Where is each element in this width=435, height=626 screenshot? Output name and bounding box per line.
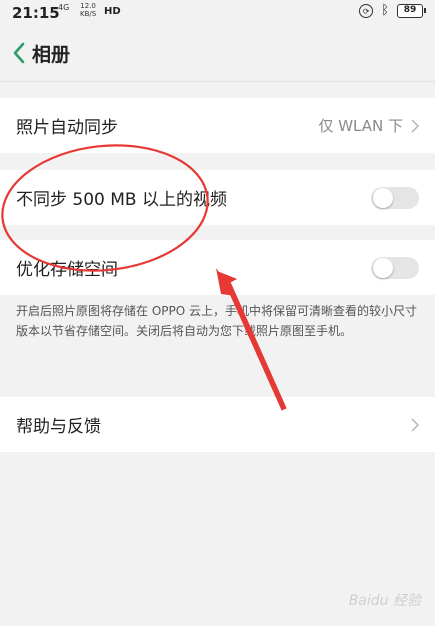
- optimize-storage-toggle[interactable]: [371, 256, 419, 279]
- app-header: 相册: [0, 26, 435, 82]
- hd-indicator: HD: [104, 6, 121, 17]
- setting-optimize-storage: 优化存储空间: [0, 240, 435, 295]
- status-right-icons: ⟳ ᛒ 89: [359, 3, 426, 18]
- toggle-knob: [373, 257, 393, 278]
- chevron-right-icon: [411, 417, 419, 432]
- net-speed: 12.0 KB/S: [80, 2, 97, 18]
- lock-rotation-icon: ⟳: [359, 3, 374, 18]
- setting-help-feedback[interactable]: 帮助与反馈: [0, 397, 435, 452]
- signal-indicator: 4G: [58, 3, 70, 12]
- toggle-knob: [373, 187, 393, 208]
- back-arrow-icon[interactable]: [10, 41, 32, 65]
- status-bar: 21:15 4G 12.0 KB/S HD ⟳ ᛒ 89: [0, 0, 435, 26]
- chevron-right-icon: [411, 118, 419, 133]
- page-title: 相册: [32, 44, 71, 66]
- skip-video-toggle[interactable]: [371, 186, 419, 209]
- status-time: 21:15: [12, 4, 60, 22]
- watermark: Baidu 经验: [348, 593, 421, 609]
- optimize-storage-description: 开启后照片原图将存储在 OPPO 云上，手机中将保留可清晰查看的较小尺寸版本以节…: [16, 304, 417, 338]
- optimize-storage-label: 优化存储空间: [16, 260, 118, 280]
- auto-sync-label: 照片自动同步: [16, 118, 118, 138]
- battery-icon: 89: [397, 3, 426, 18]
- setting-auto-sync[interactable]: 照片自动同步 仅 WLAN 下: [0, 98, 435, 153]
- setting-skip-large-video: 不同步 500 MB 以上的视频: [0, 170, 435, 225]
- skip-video-label: 不同步 500 MB 以上的视频: [16, 190, 227, 210]
- auto-sync-value: 仅 WLAN 下: [318, 117, 403, 135]
- bluetooth-icon: ᛒ: [381, 3, 389, 18]
- help-feedback-label: 帮助与反馈: [16, 417, 101, 437]
